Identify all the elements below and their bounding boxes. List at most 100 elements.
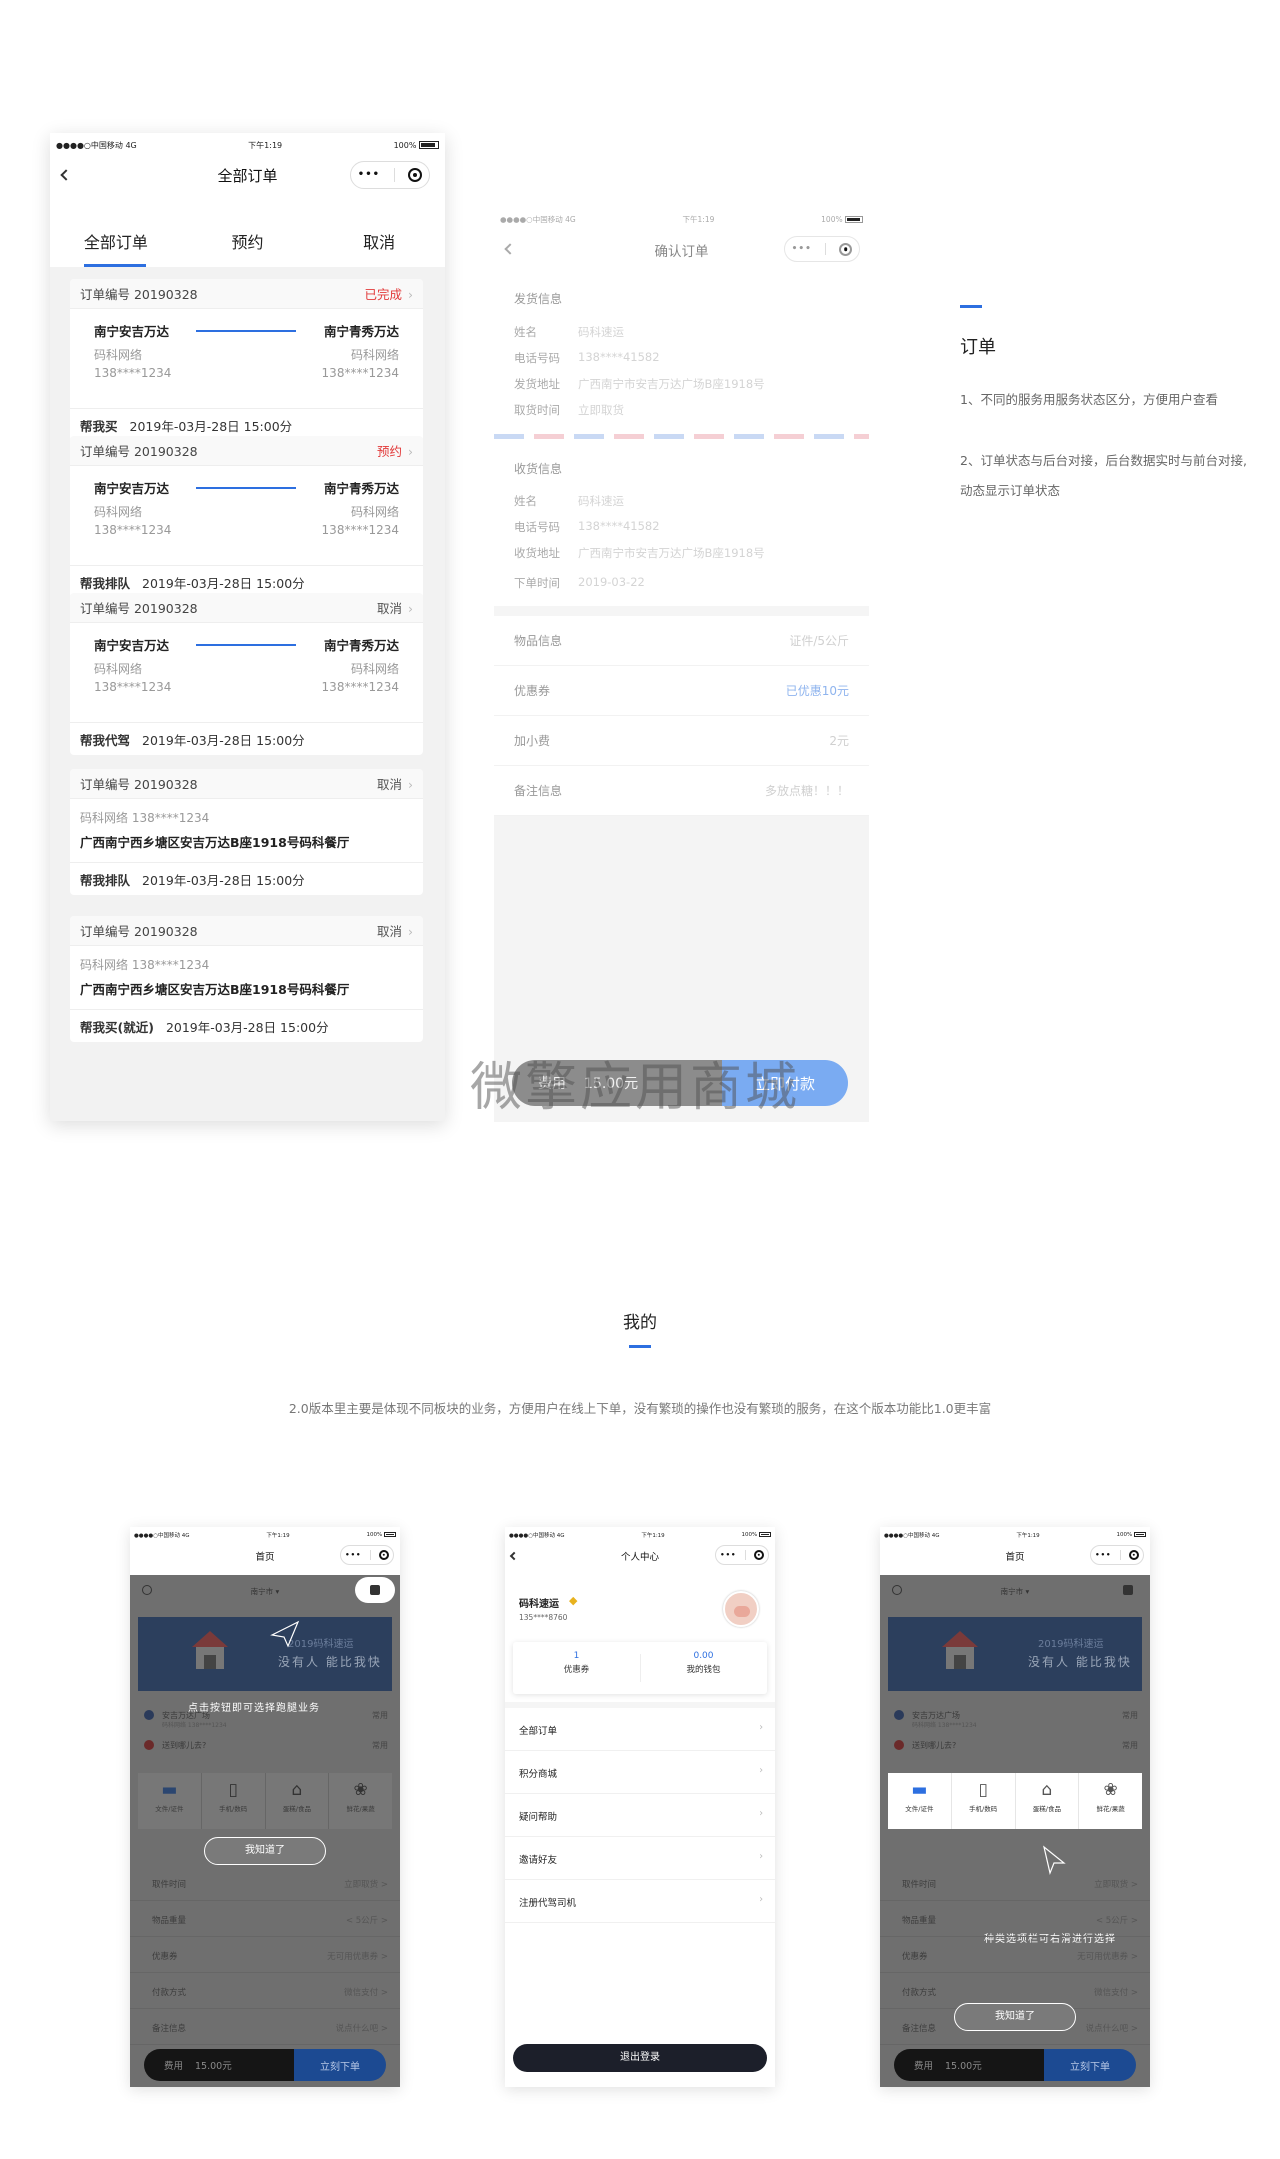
pickup-time-value[interactable]: 立即取货	[578, 402, 624, 418]
weight-row[interactable]: 物品重量 < 5公斤 >	[880, 1901, 1150, 1937]
payment-row[interactable]: 付款方式 微信支付 >	[130, 1973, 400, 2009]
category-bar: ▬ 文件/证件 ▯ 手机/数码 ⌂ 蛋糕/食品 ❀ 鲜花/果蔬	[888, 1773, 1142, 1829]
category-phone[interactable]: ▯ 手机/数码	[202, 1773, 266, 1829]
got-it-button[interactable]: 我知道了	[204, 1837, 326, 1865]
category-docs[interactable]: ▬ 文件/证件	[888, 1773, 952, 1829]
place-order-button[interactable]: 立刻下单	[1044, 2049, 1136, 2081]
category-flowers[interactable]: ❀ 鲜花/果蔬	[329, 1773, 392, 1829]
capsule-menu[interactable]: •••	[715, 1545, 769, 1565]
cake-icon: ⌂	[1041, 1780, 1053, 1800]
banner-slogan: 没有人 能比我快	[1028, 1655, 1132, 1669]
order-number: 订单编号 20190328	[80, 287, 198, 302]
order-time-value[interactable]: 2019-03-22	[578, 575, 645, 589]
tab-reserved[interactable]: 预约	[182, 221, 314, 267]
order-card[interactable]: 订单编号 20190328 已完成 › 南宁安吉万达 码科网络 138****1234…	[70, 279, 423, 441]
status-bar: ●●●●○中国移动 4G 下午1:19 100%	[50, 137, 445, 153]
capsule-menu[interactable]: •••	[340, 1545, 394, 1565]
grid-icon[interactable]	[1123, 1585, 1133, 1595]
order-card[interactable]: 订单编号 20190328 取消 › 码科网络 138****1234 广西南宁西…	[70, 916, 423, 1042]
sender-address-value[interactable]: 广西南宁市安吉万达广场B座1918号	[578, 376, 765, 392]
weight-row[interactable]: 物品重量 < 5公斤 >	[130, 1901, 400, 1937]
more-icon[interactable]: •••	[345, 1551, 361, 1559]
remark-row[interactable]: 备注信息 多放点糖！！！	[494, 766, 869, 816]
status-bar: ●●●●○中国移动 4G 下午1:19 100%	[880, 1530, 1150, 1540]
from-contact: 码科网络	[94, 505, 143, 519]
capsule-menu[interactable]: •••	[784, 236, 860, 262]
capsule-menu[interactable]: •••	[1090, 1545, 1144, 1565]
order-header: 订单编号 20190328 预约 ›	[70, 436, 423, 466]
order-card[interactable]: 订单编号 20190328 预约 › 南宁安吉万达 码科网络 138****1234 …	[70, 436, 423, 598]
sender-phone-value[interactable]: 138****41582	[578, 350, 660, 364]
receiver-heading: 收货信息	[514, 462, 563, 476]
sender-name-value[interactable]: 码科速运	[578, 324, 624, 340]
wallet-stat[interactable]: 0.00 我的钱包	[640, 1651, 767, 1675]
category-phone[interactable]: ▯ 手机/数码	[952, 1773, 1016, 1829]
coupon-stat[interactable]: 1 优惠券	[513, 1651, 640, 1675]
pickup-time-row[interactable]: 取件时间 立即取货 >	[130, 1865, 400, 1901]
service-toggle-button[interactable]	[355, 1577, 395, 1603]
service-type: 帮我排队	[80, 575, 131, 591]
got-it-button[interactable]: 我知道了	[954, 2003, 1076, 2031]
menu-help[interactable]: 疑问帮助 ›	[505, 1794, 775, 1837]
status-bar: ●●●●○中国移动 4G 下午1:19 100%	[494, 212, 869, 226]
fee-summary: 费用 15.00元	[144, 2049, 294, 2081]
route-line	[196, 644, 296, 646]
close-miniprogram-icon[interactable]	[1128, 1550, 1139, 1560]
receiver-name-row: 姓名 码科速运	[514, 494, 624, 508]
coupon-row[interactable]: 优惠券 无可用优惠券 >	[130, 1937, 400, 1973]
coupon-row[interactable]: 优惠券 无可用优惠券 >	[880, 1937, 1150, 1973]
promo-banner[interactable]: 2019码科速运 没有人 能比我快	[888, 1617, 1142, 1691]
menu-all-orders[interactable]: 全部订单 ›	[505, 1708, 775, 1751]
city-selector[interactable]: 南宁市 ▾	[880, 1586, 1150, 1597]
close-miniprogram-icon[interactable]	[753, 1550, 764, 1560]
more-icon[interactable]: •••	[720, 1551, 736, 1559]
more-icon[interactable]: •••	[358, 170, 380, 180]
goods-info-row[interactable]: 物品信息 证件/5公斤	[494, 616, 869, 666]
promo-banner[interactable]: 2019码科速运 没有人 能比我快	[138, 1617, 392, 1691]
receiver-address-value[interactable]: 广西南宁市安吉万达广场B座1918号	[578, 545, 765, 561]
coupon-row[interactable]: 优惠券 已优惠10元	[494, 666, 869, 716]
order-card[interactable]: 订单编号 20190328 取消 › 码科网络 138****1234 广西南宁西…	[70, 769, 423, 895]
tab-cancelled[interactable]: 取消	[313, 221, 445, 267]
close-miniprogram-icon[interactable]	[839, 242, 853, 256]
menu-invite-friends[interactable]: 邀请好友 ›	[505, 1837, 775, 1880]
logout-button[interactable]: 退出登录	[513, 2044, 767, 2072]
close-miniprogram-icon[interactable]	[408, 168, 423, 182]
category-flowers[interactable]: ❀ 鲜花/果蔬	[1079, 1773, 1142, 1829]
category-food[interactable]: ⌂ 蛋糕/食品	[266, 1773, 330, 1829]
chevron-right-icon: ›	[408, 777, 413, 792]
more-icon[interactable]: •••	[1095, 1551, 1111, 1559]
remark-row[interactable]: 备注信息 说点什么吧 >	[130, 2009, 400, 2045]
category-food[interactable]: ⌂ 蛋糕/食品	[1016, 1773, 1080, 1829]
tab-all-orders[interactable]: 全部订单	[50, 221, 182, 267]
order-footer: 帮我代驾 2019年-03月-28日 15:00分	[70, 723, 423, 755]
order-card[interactable]: 订单编号 20190328 取消 › 南宁安吉万达 码科网络 138****1234 …	[70, 593, 423, 755]
fee-summary: 费用 15.00元	[894, 2049, 1044, 2081]
menu-register-driver[interactable]: 注册代驾司机 ›	[505, 1880, 775, 1923]
receiver-phone-value[interactable]: 138****41582	[578, 519, 660, 533]
contact-info: 码科网络 138****1234	[80, 811, 210, 825]
receiver-name-value[interactable]: 码科速运	[578, 493, 624, 509]
to-place: 南宁青秀万达	[323, 481, 399, 496]
wallet-amount: 0.00	[693, 1651, 714, 1661]
chevron-right-icon: ›	[759, 1765, 763, 1776]
status-badge: 已完成	[364, 287, 402, 302]
close-miniprogram-icon[interactable]	[378, 1550, 389, 1560]
avatar[interactable]	[723, 1591, 759, 1627]
menu-points-mall[interactable]: 积分商城 ›	[505, 1751, 775, 1794]
tip-row[interactable]: 加小费 2元	[494, 716, 869, 766]
order-header: 订单编号 20190328 取消 ›	[70, 916, 423, 946]
place-order-button[interactable]: 立刻下单	[294, 2049, 386, 2081]
from-place: 南宁安吉万达	[94, 638, 170, 653]
location-pin-icon	[144, 1710, 154, 1720]
user-phone: 135****8760	[519, 1613, 568, 1622]
order-address-block: 码科网络 138****1234 广西南宁西乡塘区安吉万达B座1918号码科餐厅	[70, 799, 423, 863]
more-icon[interactable]: •••	[792, 244, 812, 254]
pickup-time-row[interactable]: 取件时间 立即取货 >	[880, 1865, 1150, 1901]
paper-plane-icon	[270, 1620, 300, 1648]
chevron-right-icon: ›	[759, 1722, 763, 1733]
order-number: 订单编号 20190328	[80, 924, 198, 939]
capsule-menu[interactable]: •••	[350, 161, 430, 189]
category-docs[interactable]: ▬ 文件/证件	[138, 1773, 202, 1829]
category-bar: ▬ 文件/证件 ▯ 手机/数码 ⌂ 蛋糕/食品 ❀ 鲜花/果蔬	[138, 1773, 392, 1829]
